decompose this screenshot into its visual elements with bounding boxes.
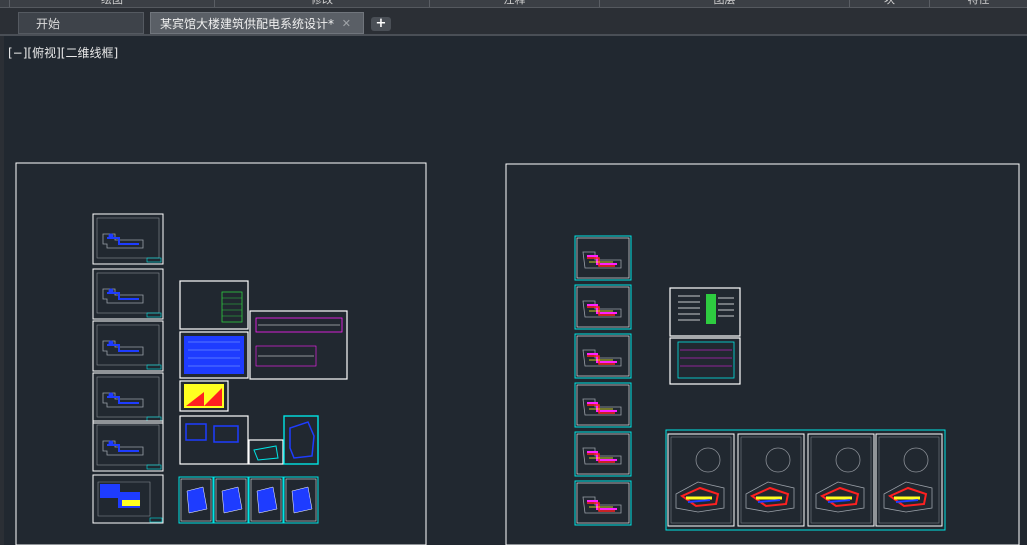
- mini-plan-sheet[interactable]: [283, 476, 319, 524]
- floor-plan-sheet[interactable]: [92, 420, 164, 472]
- floor-plan-sheet[interactable]: [92, 320, 164, 372]
- floor-plan-sheet[interactable]: [92, 372, 164, 424]
- detail-sheet-group[interactable]: [179, 415, 319, 465]
- site-plan-sheet[interactable]: [806, 432, 876, 528]
- selected-plan-sheet[interactable]: [574, 382, 632, 428]
- mini-plan-sheet[interactable]: [178, 476, 214, 524]
- mini-plan-sheet[interactable]: [213, 476, 249, 524]
- floor-plan-column-left[interactable]: [92, 213, 164, 524]
- mini-sheet-row[interactable]: [178, 476, 319, 524]
- floor-plan-column-right[interactable]: [574, 235, 632, 526]
- site-plan-row[interactable]: [665, 429, 946, 531]
- floor-plan-sheet[interactable]: [92, 268, 164, 320]
- selected-plan-sheet[interactable]: [574, 284, 632, 330]
- floor-plan-sheet[interactable]: [92, 213, 164, 265]
- mini-plan-sheet[interactable]: [248, 476, 284, 524]
- selected-plan-sheet[interactable]: [574, 235, 632, 281]
- system-diagram-group[interactable]: [669, 287, 741, 385]
- schedule-sheet-group[interactable]: [179, 280, 348, 412]
- cad-drawing-canvas[interactable]: [0, 0, 1027, 545]
- selected-plan-sheet[interactable]: [574, 333, 632, 379]
- selected-plan-sheet[interactable]: [574, 431, 632, 477]
- floor-plan-sheet[interactable]: [92, 474, 164, 524]
- selected-plan-sheet[interactable]: [574, 480, 632, 526]
- site-plan-sheet[interactable]: [874, 432, 944, 528]
- site-plan-sheet[interactable]: [666, 432, 736, 528]
- site-plan-sheet[interactable]: [736, 432, 806, 528]
